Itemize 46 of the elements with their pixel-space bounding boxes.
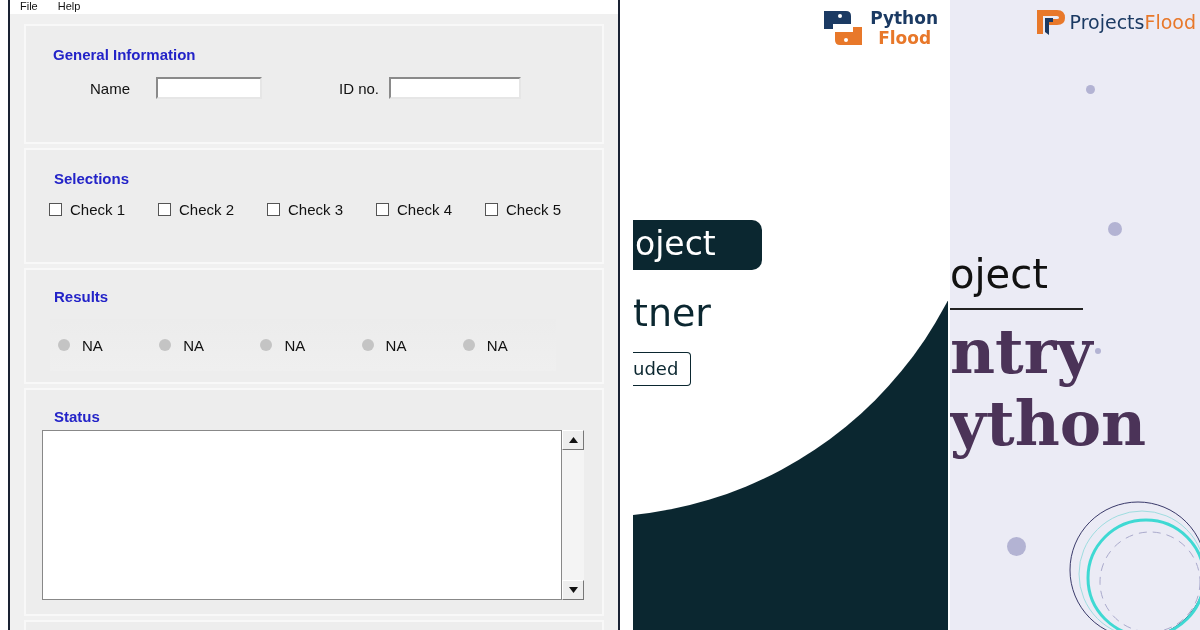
banner-title-line: ntry	[950, 316, 1093, 388]
decorative-dot	[1095, 348, 1101, 354]
banner-heading: tner	[633, 290, 711, 337]
status-dot-icon	[260, 339, 273, 351]
checkbox[interactable]	[158, 203, 171, 216]
menu-item[interactable]: Help	[57, 0, 81, 12]
result-value: NA	[284, 336, 306, 354]
checkbox-label[interactable]: Check 2	[179, 201, 235, 218]
logo: Python Flood	[820, 8, 938, 48]
id-field[interactable]	[389, 77, 522, 99]
logo: ProjectsFlood	[1034, 8, 1196, 36]
status-dot-icon	[361, 339, 374, 351]
scrollbar[interactable]	[562, 430, 584, 600]
decorative-dot	[1007, 537, 1026, 556]
scroll-up-icon[interactable]	[562, 430, 584, 450]
checkbox[interactable]	[376, 203, 389, 216]
section-heading: General Information	[53, 46, 196, 63]
result-value: NA	[385, 336, 407, 354]
result-value: NA	[486, 336, 508, 354]
menu-item[interactable]: File	[20, 0, 38, 12]
title-pill: oject	[633, 220, 762, 270]
status-dot-icon	[58, 339, 70, 351]
result-value: NA	[82, 336, 103, 354]
banner-kicker: oject	[950, 250, 1048, 298]
scroll-down-icon[interactable]	[562, 580, 584, 600]
section-heading: Results	[54, 288, 109, 305]
tag: uded	[633, 352, 692, 386]
status-dot-icon	[159, 339, 172, 351]
decorative-dot	[1086, 85, 1095, 94]
name-field[interactable]	[156, 77, 262, 99]
checkbox[interactable]	[267, 203, 280, 216]
checkbox-label[interactable]: Check 3	[288, 201, 344, 218]
status-dot-icon	[462, 339, 475, 351]
result-value: NA	[183, 336, 205, 354]
checkbox-label[interactable]: Check 5	[506, 201, 562, 218]
decorative-dot	[1108, 222, 1122, 236]
section-heading: Status	[54, 408, 100, 425]
section-heading: Selections	[54, 170, 130, 187]
banner-title-line: ython	[950, 388, 1147, 460]
checkbox[interactable]	[485, 203, 498, 216]
checkbox-label[interactable]: Check 4	[397, 201, 453, 218]
checkbox-label[interactable]: Check 1	[70, 201, 126, 218]
field-label: ID no.	[339, 79, 380, 97]
letter-logo-icon	[1034, 8, 1067, 36]
field-label: Name	[90, 79, 130, 97]
checkbox[interactable]	[49, 203, 62, 216]
